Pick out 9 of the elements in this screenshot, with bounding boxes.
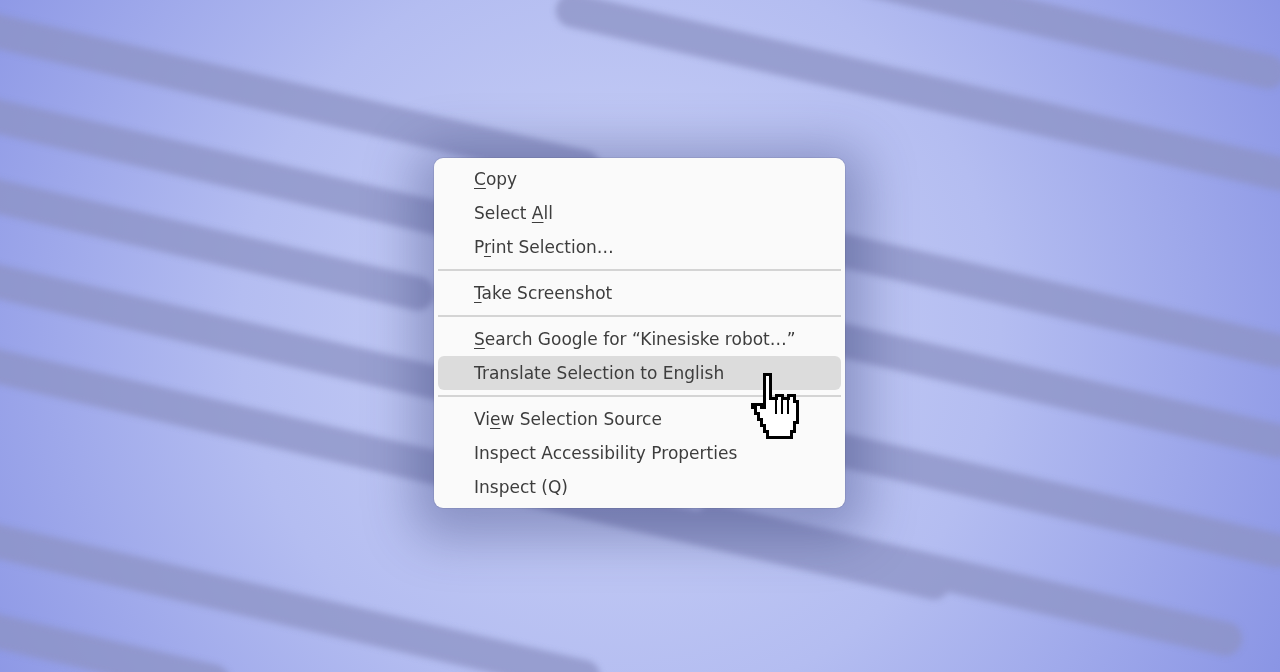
menu-item[interactable]: Search Google for “Kinesiske robot…” xyxy=(438,322,841,356)
menu-item[interactable]: Translate Selection to English xyxy=(438,356,841,390)
menu-item[interactable]: Take Screenshot xyxy=(438,276,841,310)
menu-item[interactable]: Copy xyxy=(438,162,841,196)
menu-item[interactable]: Inspect (Q) xyxy=(438,470,841,504)
menu-item[interactable]: Print Selection… xyxy=(438,230,841,264)
menu-item[interactable]: Inspect Accessibility Properties xyxy=(438,436,841,470)
menu-item[interactable]: View Selection Source xyxy=(438,402,841,436)
menu-item[interactable]: Select All xyxy=(438,196,841,230)
